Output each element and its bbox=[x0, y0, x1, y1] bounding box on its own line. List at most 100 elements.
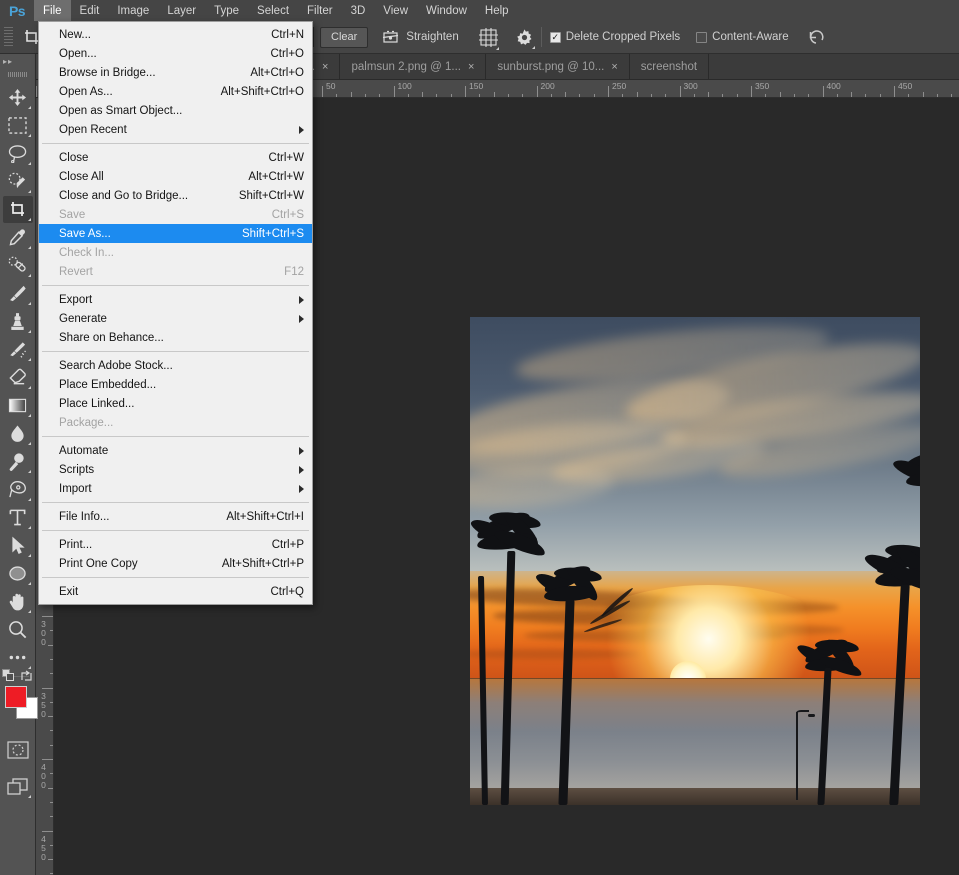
menu-item-label: Close and Go to Bridge... bbox=[59, 189, 189, 202]
flyout-corner-icon bbox=[27, 274, 31, 277]
healing-brush[interactable] bbox=[3, 252, 33, 279]
flyout-corner-icon bbox=[27, 218, 31, 221]
zoom-tool[interactable] bbox=[3, 616, 33, 643]
default-colors-icon[interactable] bbox=[2, 669, 15, 687]
tools-panel-collapse-button[interactable]: ▸▸ bbox=[0, 54, 35, 68]
menu-type[interactable]: Type bbox=[205, 0, 248, 21]
menu-item-open-recent[interactable]: Open Recent bbox=[39, 120, 312, 139]
eyedropper-tool[interactable] bbox=[3, 224, 33, 251]
menu-item-close-and-go-to-bridge[interactable]: Close and Go to Bridge... Shift+Ctrl+W bbox=[39, 186, 312, 205]
menu-item-place-linked[interactable]: Place Linked... bbox=[39, 394, 312, 413]
screen-mode-icon[interactable] bbox=[3, 773, 33, 800]
menu-select[interactable]: Select bbox=[248, 0, 298, 21]
street-lamp-post bbox=[796, 712, 799, 801]
close-icon[interactable]: × bbox=[322, 61, 328, 73]
eraser-tool[interactable] bbox=[3, 364, 33, 391]
menu-item-search-adobe-stock[interactable]: Search Adobe Stock... bbox=[39, 356, 312, 375]
ruler-tick-minor bbox=[793, 94, 795, 97]
edit-toolbar[interactable] bbox=[3, 644, 33, 671]
close-icon[interactable]: × bbox=[611, 61, 617, 73]
ruler-tick-minor bbox=[708, 92, 710, 97]
menu-item-automate[interactable]: Automate bbox=[39, 441, 312, 460]
ruler-tick-minor bbox=[650, 94, 652, 97]
menu-item-open-as-smart-object[interactable]: Open as Smart Object... bbox=[39, 101, 312, 120]
tools-panel-grip-icon[interactable] bbox=[8, 69, 27, 80]
menu-help[interactable]: Help bbox=[476, 0, 518, 21]
menu-view[interactable]: View bbox=[374, 0, 417, 21]
menu-image[interactable]: Image bbox=[108, 0, 158, 21]
menu-item-export[interactable]: Export bbox=[39, 290, 312, 309]
menu-item-print[interactable]: Print... Ctrl+P bbox=[39, 535, 312, 554]
document-tab[interactable]: screenshot bbox=[630, 54, 710, 79]
straighten-control[interactable]: Straighten bbox=[382, 30, 459, 45]
pen-tool[interactable] bbox=[3, 476, 33, 503]
document-tab[interactable]: sunburst.png @ 10... × bbox=[486, 54, 630, 79]
quick-selection[interactable] bbox=[3, 168, 33, 195]
menu-item-scripts[interactable]: Scripts bbox=[39, 460, 312, 479]
gradient-tool[interactable] bbox=[3, 392, 33, 419]
ellipse-shape[interactable] bbox=[3, 560, 33, 587]
hand-tool[interactable] bbox=[3, 588, 33, 615]
flyout-corner-icon bbox=[27, 470, 31, 473]
brush-tool[interactable] bbox=[3, 280, 33, 307]
delete-cropped-pixels-label: Delete Cropped Pixels bbox=[565, 31, 681, 43]
menu-item-label: Open as Smart Object... bbox=[59, 104, 183, 117]
file-menu-dropdown[interactable]: New... Ctrl+N Open... Ctrl+O Browse in Bridg… bbox=[38, 21, 313, 605]
options-separator bbox=[540, 27, 542, 47]
menu-item-exit[interactable]: Exit Ctrl+Q bbox=[39, 582, 312, 601]
menu-item-open[interactable]: Open... Ctrl+O bbox=[39, 44, 312, 63]
move-tool[interactable] bbox=[3, 84, 33, 111]
clone-stamp[interactable] bbox=[3, 308, 33, 335]
document-tab[interactable]: palmsun 2.png @ 1... × bbox=[340, 54, 487, 79]
menu-item-place-embedded[interactable]: Place Embedded... bbox=[39, 375, 312, 394]
ruler-label: 450 bbox=[898, 81, 913, 91]
menu-item-print-one-copy[interactable]: Print One Copy Alt+Shift+Ctrl+P bbox=[39, 554, 312, 573]
close-icon[interactable]: × bbox=[468, 61, 474, 73]
type-tool[interactable] bbox=[3, 504, 33, 531]
menu-item-new[interactable]: New... Ctrl+N bbox=[39, 25, 312, 44]
menu-item-open-as[interactable]: Open As... Alt+Shift+Ctrl+O bbox=[39, 82, 312, 101]
delete-cropped-pixels-checkbox[interactable]: ✓ Delete Cropped Pixels bbox=[549, 31, 681, 43]
menu-item-import[interactable]: Import bbox=[39, 479, 312, 498]
blur-tool[interactable] bbox=[3, 420, 33, 447]
path-selection[interactable] bbox=[3, 532, 33, 559]
ruler-tick-minor bbox=[450, 94, 452, 97]
menu-edit[interactable]: Edit bbox=[71, 0, 109, 21]
tools-list bbox=[0, 84, 35, 671]
ruler-tick-minor bbox=[808, 94, 810, 97]
menu-item-close[interactable]: Close Ctrl+W bbox=[39, 148, 312, 167]
flyout-corner-icon bbox=[27, 358, 31, 361]
healing-brush-icon bbox=[8, 256, 27, 275]
history-brush[interactable] bbox=[3, 336, 33, 363]
crop-overlay-grid-icon[interactable] bbox=[478, 27, 499, 50]
ruler-tick-minor bbox=[722, 94, 724, 97]
menu-filter[interactable]: Filter bbox=[298, 0, 342, 21]
menu-item-browse-in-bridge[interactable]: Browse in Bridge... Alt+Ctrl+O bbox=[39, 63, 312, 82]
rectangular-marquee[interactable] bbox=[3, 112, 33, 139]
menu-item-save-as[interactable]: Save As... Shift+Ctrl+S bbox=[39, 224, 312, 243]
clear-button[interactable]: Clear bbox=[320, 26, 369, 48]
document-image[interactable] bbox=[470, 317, 920, 805]
checkbox-unchecked-icon: ✓ bbox=[696, 31, 708, 43]
menu-window[interactable]: Window bbox=[417, 0, 476, 21]
reset-arrow-icon[interactable] bbox=[807, 29, 825, 45]
menu-3d[interactable]: 3D bbox=[342, 0, 375, 21]
ruler-tick-minor bbox=[479, 94, 481, 97]
menu-file[interactable]: File bbox=[34, 0, 71, 21]
flyout-corner-icon bbox=[27, 554, 31, 557]
content-aware-checkbox[interactable]: ✓ Content-Aware bbox=[696, 31, 789, 43]
crop-tool[interactable] bbox=[2, 196, 33, 223]
gear-icon[interactable] bbox=[516, 28, 535, 49]
menu-item-share-on-behance[interactable]: Share on Behance... bbox=[39, 328, 312, 347]
menu-item-close-all[interactable]: Close All Alt+Ctrl+W bbox=[39, 167, 312, 186]
foreground-color-swatch[interactable] bbox=[5, 686, 27, 708]
options-bar-grip-icon[interactable] bbox=[4, 26, 13, 48]
menu-item-generate[interactable]: Generate bbox=[39, 309, 312, 328]
menu-item-shortcut: Ctrl+N bbox=[271, 28, 304, 41]
quick-mask-icon[interactable] bbox=[3, 736, 33, 763]
dodge-tool[interactable] bbox=[3, 448, 33, 475]
menu-item-file-info[interactable]: File Info... Alt+Shift+Ctrl+I bbox=[39, 507, 312, 526]
menu-item-shortcut: Ctrl+P bbox=[271, 538, 304, 551]
lasso-tool[interactable] bbox=[3, 140, 33, 167]
menu-layer[interactable]: Layer bbox=[158, 0, 205, 21]
